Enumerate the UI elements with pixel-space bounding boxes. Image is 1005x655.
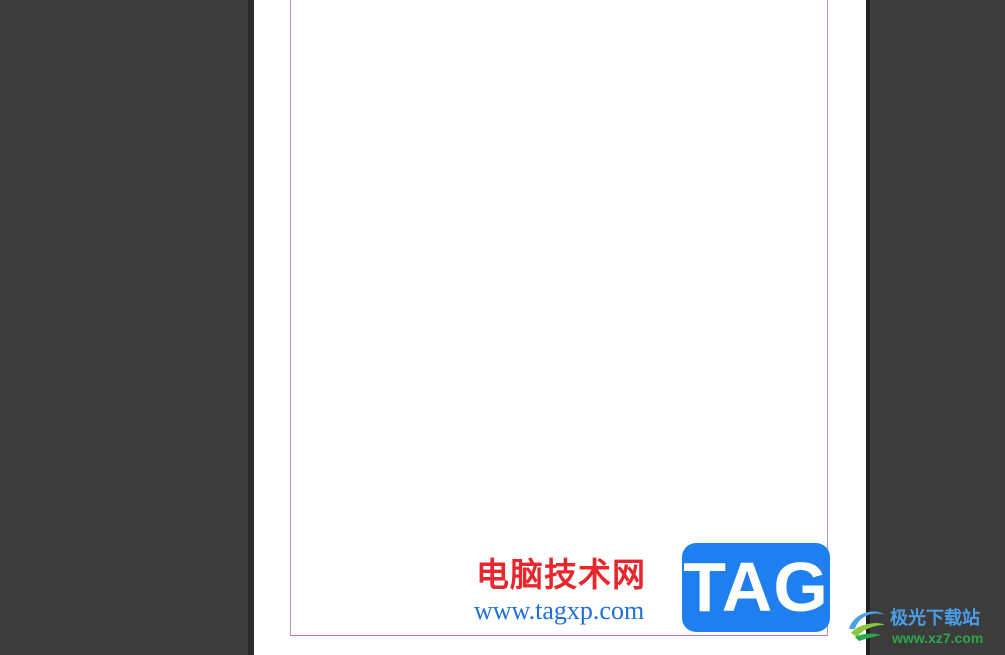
page-shadow-right	[866, 0, 870, 655]
watermark-site-url: www.tagxp.com	[474, 596, 645, 625]
watermark-tag-badge: TAG	[682, 543, 830, 632]
watermark-site-name: 电脑技术网	[476, 555, 646, 594]
aurora-swirl-icon	[849, 611, 885, 641]
document-workspace[interactable]: 电脑技术网 www.tagxp.com TAG 极光下载站 www.xz7.co…	[0, 0, 1005, 655]
watermark2-site-name: 极光下载站	[890, 608, 980, 629]
page-margin-guide	[290, 0, 828, 636]
watermark2-site-url: www.xz7.com	[892, 630, 984, 646]
